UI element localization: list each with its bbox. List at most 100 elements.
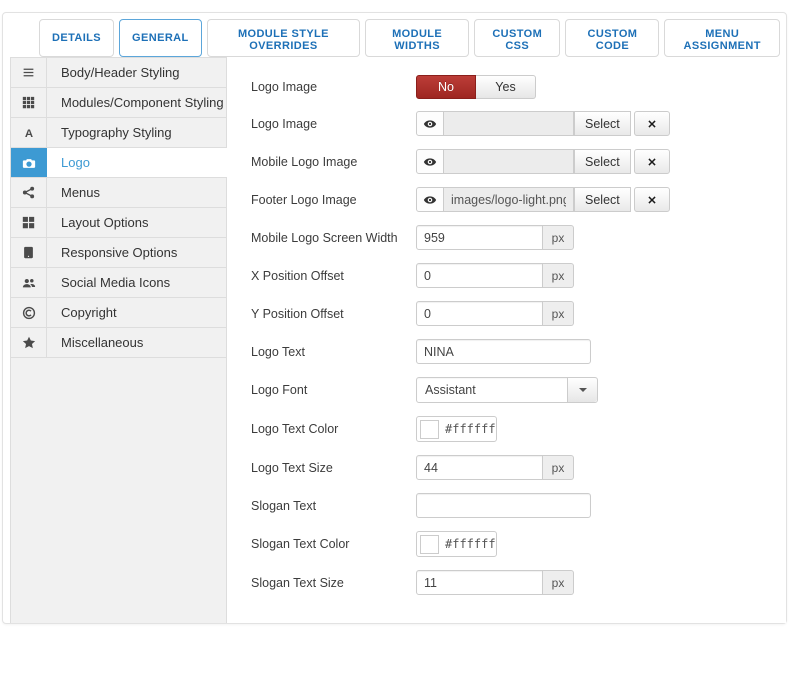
sidebar-item-miscellaneous[interactable]: Miscellaneous	[11, 328, 227, 358]
row-slogan-text-color: Slogan Text Color #ffffff	[251, 531, 786, 557]
field-label: Mobile Logo Image	[251, 155, 416, 169]
media-field: Select	[416, 111, 670, 136]
select-image-button[interactable]: Select	[574, 187, 631, 212]
sidebar-item-label: Modules/Component Styling	[47, 88, 227, 117]
tab-general[interactable]: GENERAL	[119, 19, 202, 57]
logo-image-toggle: No Yes	[416, 75, 536, 99]
sidebar-item-typography-styling[interactable]: A Typography Styling	[11, 118, 227, 148]
sidebar-item-label: Social Media Icons	[47, 268, 227, 297]
row-y-position-offset: Y Position Offset px	[251, 301, 786, 326]
media-path-input[interactable]	[444, 149, 574, 174]
unit-addon: px	[543, 301, 574, 326]
tab-custom-code[interactable]: CUSTOM CODE	[565, 19, 659, 57]
sidebar-item-body-header-styling[interactable]: Body/Header Styling	[11, 58, 227, 88]
clear-image-button[interactable]	[634, 187, 670, 212]
select-image-button[interactable]: Select	[574, 149, 631, 174]
row-mobile-logo-screen-width: Mobile Logo Screen Width px	[251, 225, 786, 250]
sidebar-item-social-media-icons[interactable]: Social Media Icons	[11, 268, 227, 298]
tablet-icon	[11, 238, 47, 267]
toggle-no-button[interactable]: No	[416, 75, 476, 99]
caret-down-icon[interactable]	[567, 378, 597, 402]
tab-bar: DETAILS GENERAL MODULE STYLE OVERRIDES M…	[3, 13, 786, 57]
star-icon	[11, 328, 47, 357]
sidebar-item-modules-component-styling[interactable]: Modules/Component Styling	[11, 88, 227, 118]
logo-text-input[interactable]	[416, 339, 591, 364]
number-input[interactable]	[416, 455, 543, 480]
row-logo-text: Logo Text	[251, 339, 786, 364]
field-label: Y Position Offset	[251, 307, 416, 321]
sidebar-item-copyright[interactable]: Copyright	[11, 298, 227, 328]
toggle-yes-button[interactable]: Yes	[476, 75, 536, 99]
sidebar-item-label: Menus	[47, 178, 227, 207]
tab-module-style-overrides[interactable]: MODULE STYLE OVERRIDES	[207, 19, 361, 57]
sidebar-item-label: Responsive Options	[47, 238, 227, 267]
color-swatch[interactable]	[420, 420, 439, 439]
row-logo-text-size: Logo Text Size px	[251, 455, 786, 480]
tab-details[interactable]: DETAILS	[39, 19, 114, 57]
field-label: Logo Text Color	[251, 422, 416, 436]
field-label: Logo Image	[251, 117, 416, 131]
tab-menu-assignment[interactable]: MENU ASSIGNMENT	[664, 19, 780, 57]
sidebar-item-label: Copyright	[47, 298, 227, 327]
select-image-button[interactable]: Select	[574, 111, 631, 136]
sidebar-item-menus[interactable]: Menus	[11, 178, 227, 208]
sidebar-item-label: Logo	[47, 148, 227, 177]
field-label: Mobile Logo Screen Width	[251, 231, 416, 245]
field-label: Slogan Text	[251, 499, 416, 513]
row-logo-font: Logo Font Assistant	[251, 377, 786, 403]
number-input[interactable]	[416, 225, 543, 250]
preview-eye-button[interactable]	[416, 187, 444, 212]
clear-image-button[interactable]	[634, 111, 670, 136]
preview-eye-button[interactable]	[416, 149, 444, 174]
unit-addon: px	[543, 570, 574, 595]
grid-icon	[11, 88, 47, 117]
field-label: Logo Text Size	[251, 461, 416, 475]
field-label: Logo Text	[251, 345, 416, 359]
slogan-text-input[interactable]	[416, 493, 591, 518]
field-label: Logo Image	[251, 80, 416, 94]
color-field[interactable]: #ffffff	[416, 531, 497, 557]
camera-icon	[11, 148, 47, 177]
media-path-input[interactable]	[444, 111, 574, 136]
field-label: Logo Font	[251, 383, 416, 397]
copyright-icon	[11, 298, 47, 327]
color-value: #ffffff	[445, 537, 496, 551]
sidebar-item-responsive-options[interactable]: Responsive Options	[11, 238, 227, 268]
preview-eye-button[interactable]	[416, 111, 444, 136]
logo-font-select[interactable]: Assistant	[416, 377, 598, 403]
font-icon: A	[11, 118, 47, 147]
sidebar-filler	[11, 358, 227, 623]
field-label: X Position Offset	[251, 269, 416, 283]
row-slogan-text: Slogan Text	[251, 493, 786, 518]
row-mobile-logo-image: Mobile Logo Image Select	[251, 149, 786, 174]
row-logo-image: Logo Image Select	[251, 111, 786, 136]
media-field: Select	[416, 187, 670, 212]
field-label: Slogan Text Color	[251, 537, 416, 551]
field-label: Footer Logo Image	[251, 193, 416, 207]
tab-module-widths[interactable]: MODULE WIDTHS	[365, 19, 469, 57]
field-label: Slogan Text Size	[251, 576, 416, 590]
sidebar-item-label: Typography Styling	[47, 118, 227, 147]
share-icon	[11, 178, 47, 207]
unit-addon: px	[543, 455, 574, 480]
sidebar-item-label: Body/Header Styling	[47, 58, 227, 87]
number-input[interactable]	[416, 301, 543, 326]
select-value: Assistant	[417, 378, 567, 402]
sidebar-item-logo[interactable]: Logo	[11, 148, 227, 178]
tab-custom-css[interactable]: CUSTOM CSS	[474, 19, 560, 57]
logo-settings-form: Logo Image No Yes Logo Image Select Mobi…	[227, 57, 786, 623]
sidebar-item-layout-options[interactable]: Layout Options	[11, 208, 227, 238]
number-input[interactable]	[416, 570, 543, 595]
row-x-position-offset: X Position Offset px	[251, 263, 786, 288]
color-field[interactable]: #ffffff	[416, 416, 497, 442]
sidebar-item-label: Miscellaneous	[47, 328, 227, 357]
template-options-panel: DETAILS GENERAL MODULE STYLE OVERRIDES M…	[2, 12, 787, 624]
color-swatch[interactable]	[420, 535, 439, 554]
media-field: Select	[416, 149, 670, 174]
sidebar-item-label: Layout Options	[47, 208, 227, 237]
clear-image-button[interactable]	[634, 149, 670, 174]
number-input[interactable]	[416, 263, 543, 288]
bars-icon	[11, 58, 47, 87]
svg-text:A: A	[24, 127, 32, 139]
media-path-input[interactable]	[444, 187, 574, 212]
